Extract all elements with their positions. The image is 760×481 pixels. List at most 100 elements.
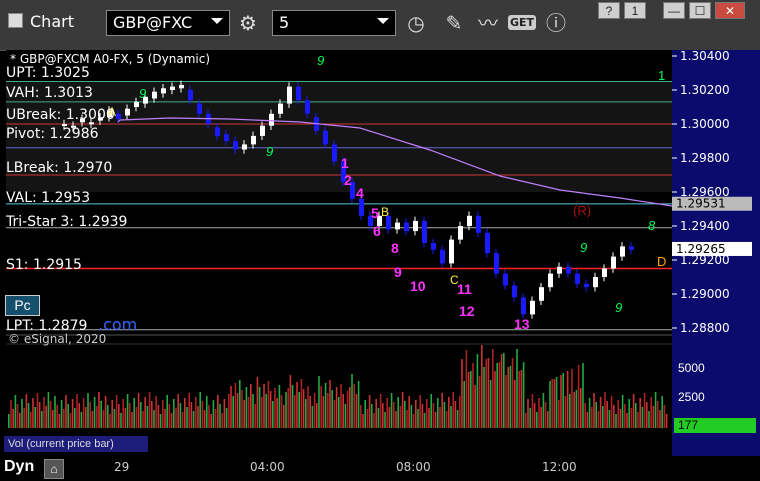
volume-bar	[597, 411, 600, 428]
candle-body	[260, 125, 265, 136]
candle-body	[278, 103, 283, 114]
lock-icon[interactable]: ⌂	[44, 459, 64, 479]
gear-icon[interactable]: ⚙	[234, 9, 262, 37]
candle-body	[161, 88, 166, 94]
volume-bar	[34, 407, 36, 428]
interval-select[interactable]: 5	[272, 10, 396, 36]
volume-bar	[287, 388, 289, 428]
candle-body	[440, 249, 445, 264]
volume-bar	[93, 397, 96, 428]
candle-body	[584, 283, 589, 288]
volume-bar	[333, 400, 336, 428]
candle-body	[458, 226, 463, 240]
volume-bar	[619, 409, 622, 428]
volume-bar	[153, 410, 155, 428]
volume-bar	[507, 367, 509, 428]
chart-select-checkbox[interactable]	[8, 13, 23, 28]
candle-body	[602, 268, 607, 277]
label-b: B	[381, 205, 389, 219]
symbol-input[interactable]: GBP@FXC	[106, 10, 230, 36]
dyn-label[interactable]: Dyn	[4, 458, 34, 476]
volume-bar	[377, 408, 380, 428]
volume-bar	[357, 381, 360, 428]
volume-bar	[443, 402, 446, 428]
volume-bar	[131, 412, 133, 428]
volume-bar	[586, 412, 589, 428]
volume-current-tag: 177	[674, 418, 756, 433]
candle-body	[521, 297, 526, 315]
candle-body	[431, 243, 436, 250]
volume-bar	[511, 358, 514, 428]
volume-bar	[137, 393, 140, 428]
chevron-down-icon[interactable]	[211, 18, 223, 24]
volume-bar	[426, 399, 428, 428]
volume-bar	[276, 398, 278, 428]
chart-toolbar: Chart GBP@FXC ⚙ 5 ◷ ✎ 〰 GET ⓘ ? 1 — ☐ ✕	[0, 0, 760, 51]
candle-body	[476, 215, 481, 233]
candle-body	[134, 101, 139, 107]
price-tick-label: 1.29400	[680, 219, 730, 233]
studies-icon[interactable]: 〰	[474, 9, 502, 37]
volume-bar	[201, 401, 204, 428]
volume-bar	[566, 371, 569, 428]
volume-bar	[221, 413, 223, 428]
minimize-button[interactable]: —	[663, 2, 685, 19]
volume-bar	[604, 392, 606, 428]
time-label-1200: 12:00	[542, 460, 577, 474]
close-button[interactable]: ✕	[715, 2, 745, 19]
pc-button[interactable]: Pc	[5, 295, 40, 316]
volume-bar	[82, 398, 85, 428]
time-label-0400: 04:00	[250, 460, 285, 474]
clock-icon[interactable]: ◷	[402, 9, 430, 37]
volume-bar	[580, 388, 582, 428]
volume-bar	[439, 407, 441, 428]
get-button[interactable]: GET	[506, 9, 538, 37]
volume-bar	[63, 409, 65, 428]
volume-bar	[465, 350, 468, 428]
volume-bar	[489, 380, 492, 428]
candle-body	[152, 91, 157, 99]
volume-bar	[417, 409, 419, 428]
candle-body	[449, 239, 454, 264]
chevron-down-icon[interactable]	[377, 18, 389, 24]
link-button[interactable]: 1	[624, 2, 646, 19]
volume-bar	[562, 373, 564, 428]
volume-bar	[555, 377, 558, 428]
volume-bar	[412, 414, 415, 428]
volume-bar	[155, 396, 157, 428]
candle-body	[242, 144, 247, 150]
count-marker: 9	[615, 300, 622, 315]
volume-bar	[652, 406, 655, 428]
volume-bar	[419, 395, 421, 428]
volume-bar	[32, 398, 34, 428]
info-icon[interactable]: ⓘ	[542, 9, 570, 37]
volume-bar	[496, 363, 498, 428]
volume-bar	[188, 393, 190, 428]
volume-bar	[76, 394, 78, 428]
volume-bar	[159, 414, 162, 428]
volume-bar	[212, 400, 215, 428]
volume-bar	[342, 394, 344, 428]
volume-bar	[148, 392, 151, 428]
volume-bar	[170, 413, 173, 428]
count-marker: 2	[344, 172, 352, 188]
count-marker: 9	[580, 240, 587, 255]
volume-bar	[351, 374, 353, 428]
volume-bar	[593, 393, 595, 428]
volume-bar	[252, 394, 254, 428]
candle-body	[467, 215, 472, 226]
help-button[interactable]: ?	[598, 2, 620, 19]
volume-bar	[393, 402, 395, 428]
candle-body	[170, 86, 175, 90]
volume-bar	[553, 379, 556, 428]
maximize-button[interactable]: ☐	[689, 2, 711, 19]
candle-body	[251, 135, 256, 145]
volume-bar	[300, 379, 303, 428]
volume-bar	[324, 383, 327, 428]
price-tick-label: 1.30000	[680, 117, 730, 131]
candle-body	[494, 253, 499, 274]
volume-bar	[120, 413, 122, 428]
pencil-icon[interactable]: ✎	[440, 9, 468, 37]
candle-body	[566, 266, 571, 274]
volume-bar	[146, 406, 149, 428]
